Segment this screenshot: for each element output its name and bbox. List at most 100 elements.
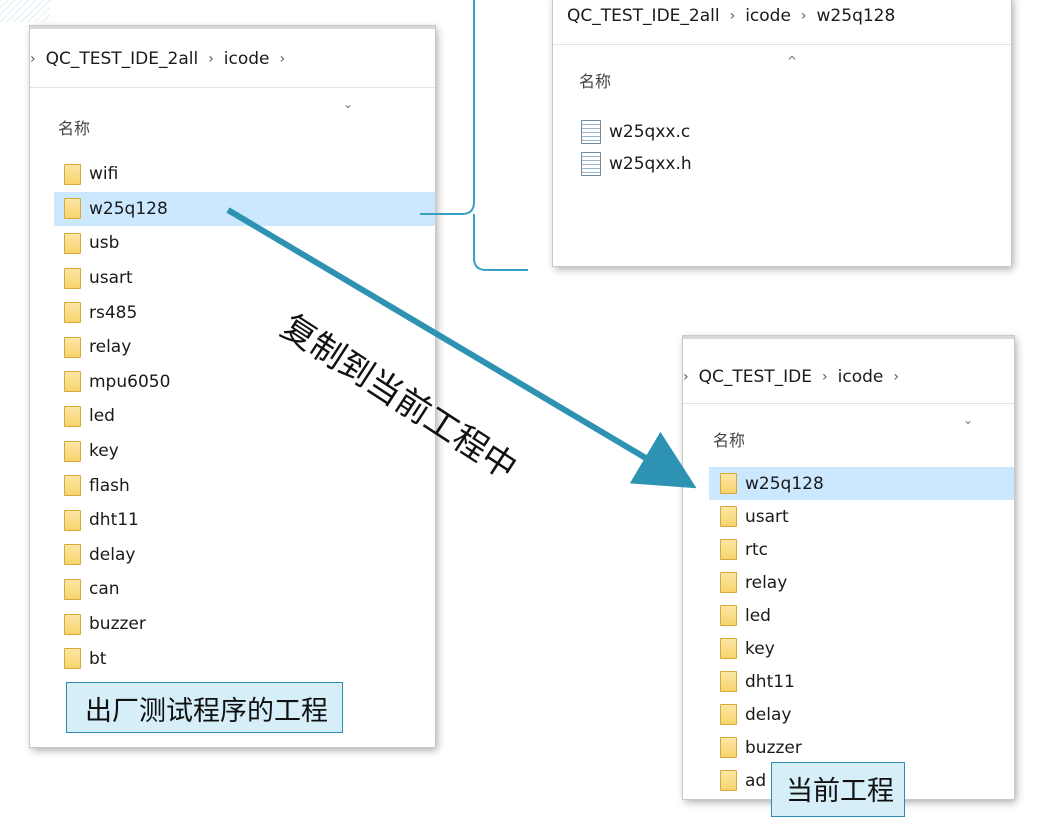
list-item[interactable]: dht11: [30, 503, 435, 538]
folder-icon: [720, 473, 737, 494]
breadcrumb-item-root[interactable]: QC_TEST_IDE: [699, 367, 812, 387]
folder-icon: [720, 539, 737, 560]
list-item[interactable]: buzzer: [683, 731, 1014, 764]
caption-current-project: 当前工程: [771, 762, 905, 817]
list-item[interactable]: rtc: [683, 533, 1014, 566]
list-item-label: usb: [89, 233, 120, 254]
list-item-label: usart: [89, 268, 133, 289]
list-item-label: buzzer: [745, 737, 802, 758]
list-item-label: usart: [745, 506, 789, 527]
list-item[interactable]: w25qxx.h: [553, 148, 1011, 180]
breadcrumb: › QC_TEST_IDE › icode ›: [683, 367, 909, 387]
explorer-window-w25q128-folder: QC_TEST_IDE_2all › icode › w25q128 ^ 名称 …: [553, 0, 1011, 266]
folder-icon: [64, 440, 81, 462]
list-item-label: delay: [745, 704, 792, 725]
list-item-selected[interactable]: w25q128: [54, 191, 435, 227]
list-item-label: w25qxx.h: [609, 154, 692, 174]
column-header-name[interactable]: 名称: [58, 115, 90, 139]
folder-icon: [64, 302, 81, 324]
list-item-label: bt: [89, 648, 107, 669]
list-item[interactable]: wifi: [30, 157, 435, 192]
breadcrumb-item-icode[interactable]: icode: [838, 367, 884, 387]
list-item-label: wifi: [89, 164, 119, 185]
breadcrumb-separator-icon[interactable]: ›: [893, 369, 899, 385]
breadcrumb-item-root[interactable]: QC_TEST_IDE_2all: [567, 6, 720, 26]
list-item[interactable]: key: [30, 434, 435, 469]
list-item-label: rs485: [89, 302, 138, 323]
sort-chevron-icon[interactable]: ⌄: [963, 413, 973, 427]
list-item[interactable]: usart: [30, 261, 435, 296]
folder-icon: [720, 770, 737, 791]
list-item[interactable]: key: [683, 632, 1014, 665]
breadcrumb-separator-icon: ›: [30, 51, 36, 67]
breadcrumb-item-w25q128[interactable]: w25q128: [817, 6, 896, 26]
breadcrumb-separator-icon[interactable]: ›: [822, 369, 828, 385]
list-item-label: led: [89, 406, 115, 427]
folder-icon: [720, 671, 737, 692]
breadcrumb-separator-icon[interactable]: ›: [801, 8, 807, 24]
list-item[interactable]: buzzer: [30, 607, 435, 642]
list-item-label: dht11: [89, 510, 139, 531]
list-item-label: delay: [89, 544, 136, 565]
list-item-label: key: [745, 638, 775, 659]
folder-icon: [64, 405, 81, 427]
folder-icon: [64, 475, 81, 497]
list-item[interactable]: delay: [683, 698, 1014, 731]
breadcrumb-separator-icon[interactable]: ›: [280, 51, 286, 67]
divider: [553, 44, 1011, 45]
breadcrumb-separator-icon: ›: [683, 369, 689, 385]
folder-icon: [64, 371, 81, 393]
column-header-name[interactable]: 名称: [713, 427, 745, 451]
folder-icon: [64, 544, 81, 566]
folder-icon: [720, 737, 737, 758]
list-item-label: w25q128: [89, 198, 168, 219]
sort-chevron-icon[interactable]: ^: [787, 54, 797, 68]
folder-icon: [720, 638, 737, 659]
list-item[interactable]: led: [683, 599, 1014, 632]
list-item[interactable]: delay: [30, 538, 435, 573]
folder-icon: [64, 648, 81, 670]
explorer-window-current-project: › QC_TEST_IDE › icode › ⌄ 名称 w25q128 usar…: [683, 336, 1014, 799]
list-item-label: key: [89, 441, 119, 462]
list-item[interactable]: dht11: [683, 665, 1014, 698]
decorative-hatch: [0, 0, 50, 22]
breadcrumb-separator-icon[interactable]: ›: [208, 51, 214, 67]
breadcrumb-item-root[interactable]: QC_TEST_IDE_2all: [46, 49, 199, 69]
folder-icon: [720, 506, 737, 527]
list-item-selected[interactable]: w25q128: [709, 467, 1014, 500]
folder-icon: [720, 704, 737, 725]
list-item-label: relay: [89, 337, 132, 358]
folder-icon: [64, 198, 81, 220]
folder-icon: [64, 232, 81, 254]
list-item[interactable]: rs485: [30, 295, 435, 330]
folder-icon: [720, 605, 737, 626]
list-item[interactable]: can: [30, 572, 435, 607]
folder-icon: [64, 336, 81, 358]
column-header-name[interactable]: 名称: [579, 68, 611, 92]
divider: [30, 87, 435, 88]
caption-factory-test-project: 出厂测试程序的工程: [66, 682, 343, 733]
list-item-label: flash: [89, 475, 130, 496]
folder-icon: [64, 267, 81, 289]
list-item[interactable]: usart: [683, 500, 1014, 533]
breadcrumb-item-icode[interactable]: icode: [745, 6, 791, 26]
list-item-label: mpu6050: [89, 371, 171, 392]
list-item[interactable]: relay: [683, 566, 1014, 599]
breadcrumb: › QC_TEST_IDE_2all › icode ›: [30, 49, 295, 69]
list-item-label: w25q128: [745, 473, 824, 494]
breadcrumb-item-icode[interactable]: icode: [224, 49, 270, 69]
list-item-label: buzzer: [89, 614, 146, 635]
list-item[interactable]: usb: [30, 226, 435, 261]
folder-icon: [64, 509, 81, 531]
breadcrumb: QC_TEST_IDE_2all › icode › w25q128: [567, 6, 895, 26]
list-item-label: relay: [745, 572, 788, 593]
list-item-label: dht11: [745, 671, 795, 692]
bracket-connector: [420, 0, 528, 271]
folder-icon: [64, 613, 81, 635]
list-item[interactable]: flash: [30, 468, 435, 503]
list-item[interactable]: w25qxx.c: [553, 116, 1011, 148]
folder-list: wifi w25q128 usb usart rs485 relay mpu6050 led k…: [30, 157, 435, 676]
breadcrumb-separator-icon[interactable]: ›: [730, 8, 736, 24]
sort-chevron-icon[interactable]: ⌄: [343, 97, 353, 111]
list-item[interactable]: bt: [30, 641, 435, 676]
